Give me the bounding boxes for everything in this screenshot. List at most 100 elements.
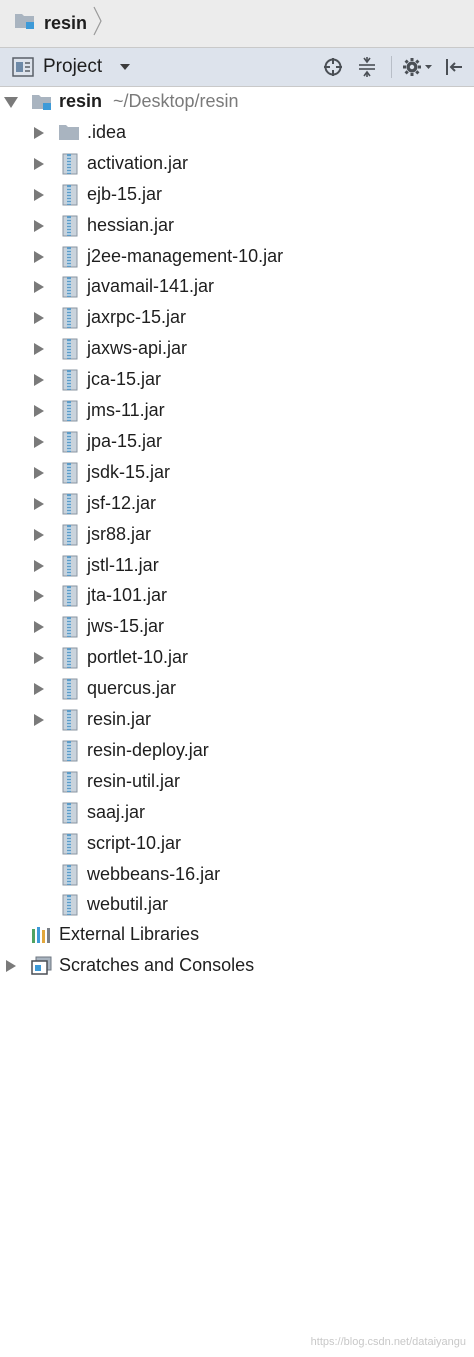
jar-icon <box>60 462 80 484</box>
expand-arrow-icon[interactable] <box>34 405 44 417</box>
tree-item-label: jca-15.jar <box>87 369 162 389</box>
tree-item[interactable]: quercus.jar <box>0 674 474 704</box>
tree-item[interactable]: jws-15.jar <box>0 612 474 642</box>
jar-icon <box>60 153 80 175</box>
jar-icon <box>60 647 80 669</box>
expand-arrow-icon[interactable] <box>34 312 44 324</box>
jar-icon <box>60 246 80 268</box>
folder-icon <box>58 122 79 142</box>
expand-arrow-icon[interactable] <box>6 960 16 972</box>
project-toolwindow-header: Project <box>0 48 474 86</box>
navigation-bar: resin <box>0 0 474 47</box>
folder-module-icon <box>14 11 36 36</box>
tree-item[interactable]: jca-15.jar <box>0 365 474 395</box>
expand-arrow-icon[interactable] <box>34 621 44 633</box>
tree-item[interactable]: resin-util.jar <box>0 767 474 797</box>
tree-item[interactable]: script-10.jar <box>0 829 474 859</box>
project-view-icon <box>12 57 34 82</box>
jar-icon <box>60 864 80 886</box>
tree-item-label: webutil.jar <box>87 894 169 914</box>
breadcrumb-chevron-icon <box>93 6 103 41</box>
tree-item-label: javamail-141.jar <box>87 276 215 296</box>
expand-arrow-icon[interactable] <box>34 374 44 386</box>
expand-arrow-icon[interactable] <box>34 343 44 355</box>
tree-item[interactable]: jaxrpc-15.jar <box>0 303 474 333</box>
tree-item[interactable]: jstl-11.jar <box>0 551 474 581</box>
expand-arrow-icon[interactable] <box>34 652 44 664</box>
expand-arrow-icon[interactable] <box>34 189 44 201</box>
expand-arrow-icon[interactable] <box>34 436 44 448</box>
expand-arrow-icon[interactable] <box>34 683 44 695</box>
hide-icon[interactable] <box>444 57 464 77</box>
project-view-selector[interactable]: Project <box>43 56 102 78</box>
tree-item-external-libraries[interactable]: External Libraries <box>0 920 474 950</box>
watermark-text: https://blog.csdn.net/dataiyangu <box>310 1336 466 1348</box>
tree-item-label: jsdk-15.jar <box>87 462 171 482</box>
collapse-all-icon[interactable] <box>357 57 377 77</box>
tree-item[interactable]: jms-11.jar <box>0 396 474 426</box>
tree-item-label: jaxrpc-15.jar <box>87 307 187 327</box>
tree-item[interactable]: j2ee-management-10.jar <box>0 242 474 272</box>
tree-item[interactable]: jsr88.jar <box>0 520 474 550</box>
tree-item[interactable]: jpa-15.jar <box>0 427 474 457</box>
tree-item[interactable]: resin.jar <box>0 705 474 735</box>
tree-item-scratches[interactable]: Scratches and Consoles <box>0 951 474 981</box>
tree-root-resin[interactable]: resin ~/Desktop/resin <box>0 87 474 117</box>
jar-icon <box>60 215 80 237</box>
expand-arrow-icon[interactable] <box>4 97 18 108</box>
expand-arrow-icon[interactable] <box>34 560 44 572</box>
scratches-icon <box>31 956 52 976</box>
jar-icon <box>60 338 80 360</box>
tree-item[interactable]: .idea <box>0 118 474 148</box>
breadcrumb-item-resin[interactable]: resin <box>44 13 87 34</box>
jar-icon <box>60 894 80 916</box>
tree-item[interactable]: javamail-141.jar <box>0 272 474 302</box>
tree-item-label: ejb-15.jar <box>87 184 163 204</box>
jar-icon <box>60 555 80 577</box>
jar-icon <box>60 678 80 700</box>
expand-arrow-icon[interactable] <box>34 529 44 541</box>
tree-item[interactable]: ejb-15.jar <box>0 180 474 210</box>
tree-item-label: script-10.jar <box>87 833 182 853</box>
tree-item[interactable]: hessian.jar <box>0 211 474 241</box>
jar-icon <box>60 276 80 298</box>
tree-item[interactable]: jta-101.jar <box>0 581 474 611</box>
tree-item-label: resin-deploy.jar <box>87 740 209 760</box>
tree-item-label: jms-11.jar <box>87 400 165 420</box>
locate-icon[interactable] <box>323 57 343 77</box>
tree-item-label: quercus.jar <box>87 678 177 698</box>
tree-item-label: .idea <box>87 122 127 142</box>
jar-icon <box>60 524 80 546</box>
expand-arrow-icon[interactable] <box>34 714 44 726</box>
tree-item[interactable]: jsf-12.jar <box>0 489 474 519</box>
jar-icon <box>60 431 80 453</box>
tree-root-path: ~/Desktop/resin <box>113 91 239 111</box>
tree-item[interactable]: webutil.jar <box>0 890 474 920</box>
expand-arrow-icon[interactable] <box>34 251 44 263</box>
expand-arrow-icon[interactable] <box>34 220 44 232</box>
tree-item-label: jpa-15.jar <box>87 431 163 451</box>
tree-item[interactable]: jaxws-api.jar <box>0 334 474 364</box>
tree-item-label: resin-util.jar <box>87 771 181 791</box>
tree-item[interactable]: activation.jar <box>0 149 474 179</box>
expand-arrow-icon[interactable] <box>34 158 44 170</box>
jar-icon <box>60 709 80 731</box>
tree-item-label: resin.jar <box>87 709 152 729</box>
expand-arrow-icon[interactable] <box>34 467 44 479</box>
tree-item[interactable]: webbeans-16.jar <box>0 860 474 890</box>
jar-icon <box>60 771 80 793</box>
tree-item[interactable]: saaj.jar <box>0 798 474 828</box>
tree-item-label: Scratches and Consoles <box>59 955 255 975</box>
tree-item[interactable]: resin-deploy.jar <box>0 736 474 766</box>
gear-icon[interactable] <box>402 57 434 77</box>
tree-item-label: jaxws-api.jar <box>87 338 188 358</box>
expand-arrow-icon[interactable] <box>34 498 44 510</box>
chevron-down-icon[interactable] <box>120 64 130 70</box>
expand-arrow-icon[interactable] <box>34 281 44 293</box>
expand-arrow-icon[interactable] <box>34 127 44 139</box>
expand-arrow-icon[interactable] <box>34 590 44 602</box>
tree-item-label: activation.jar <box>87 153 189 173</box>
tree-item[interactable]: portlet-10.jar <box>0 643 474 673</box>
tree-item[interactable]: jsdk-15.jar <box>0 458 474 488</box>
tree-item-label: External Libraries <box>59 924 200 944</box>
